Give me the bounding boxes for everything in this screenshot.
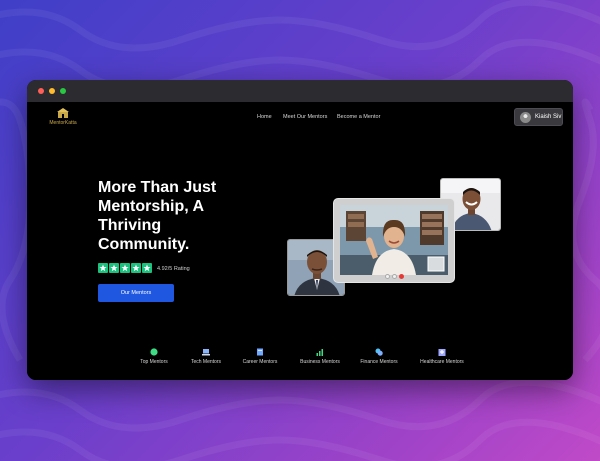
user-name: Kiaish Siv <box>535 114 562 120</box>
video-call-tablet <box>333 198 455 283</box>
camera-icon[interactable] <box>392 274 397 279</box>
end-call-icon[interactable] <box>399 274 404 279</box>
briefcase-icon <box>257 348 263 356</box>
category-healthcare-mentors[interactable]: Healthcare Mentors <box>411 348 473 368</box>
user-menu-button[interactable]: Kiaish Siv <box>514 108 563 126</box>
video-call-screen <box>340 205 448 275</box>
category-business-mentors[interactable]: Business Mentors <box>290 348 350 368</box>
star-icon <box>98 263 108 273</box>
trophy-icon <box>150 348 158 356</box>
logo-text: MentorKatta <box>49 120 77 126</box>
category-career-mentors[interactable]: Career Mentors <box>233 348 287 368</box>
mute-icon[interactable] <box>385 274 390 279</box>
our-mentors-button[interactable]: Our Mentors <box>98 284 174 302</box>
category-label: Career Mentors <box>242 359 278 365</box>
star-icon <box>120 263 130 273</box>
coins-icon <box>375 348 383 356</box>
hospital-icon <box>438 349 446 356</box>
nav-become-a-mentor[interactable]: Become a Mentor <box>337 114 380 120</box>
site-logo[interactable]: MentorKatta <box>43 108 83 128</box>
laptop-icon <box>202 349 210 356</box>
star-icon <box>109 263 119 273</box>
minimize-window-button[interactable] <box>49 88 55 94</box>
category-label: Finance Mentors <box>360 359 398 365</box>
nav-home[interactable]: Home <box>257 114 272 120</box>
headline-line-2: Mentorship, A <box>98 198 205 215</box>
category-top-mentors[interactable]: Top Mentors <box>129 348 179 368</box>
page-content: MentorKatta Home Meet Our Mentors Become… <box>27 102 573 380</box>
category-label: Tech Mentors <box>190 359 221 365</box>
user-avatar <box>520 112 531 123</box>
star-icon <box>131 263 141 273</box>
rating-text: 4.92/5 Rating <box>157 266 190 272</box>
nav-meet-our-mentors[interactable]: Meet Our Mentors <box>283 114 327 120</box>
category-finance-mentors[interactable]: Finance Mentors <box>351 348 407 368</box>
close-window-button[interactable] <box>38 88 44 94</box>
headline-line-1: More Than Just <box>98 179 217 196</box>
category-label: Healthcare Mentors <box>420 359 464 365</box>
star-icon <box>142 263 152 273</box>
maximize-window-button[interactable] <box>60 88 66 94</box>
logo-icon <box>57 108 69 118</box>
browser-window: MentorKatta Home Meet Our Mentors Become… <box>27 80 573 380</box>
headline-line-3: Thriving <box>98 217 162 234</box>
hero-headline: More Than Just Mentorship, A Thriving Co… <box>98 178 278 254</box>
category-label: Top Mentors <box>140 359 168 365</box>
headline-line-4: Community. <box>98 236 190 253</box>
chart-icon <box>316 349 323 356</box>
category-tech-mentors[interactable]: Tech Mentors <box>179 348 233 368</box>
window-titlebar <box>27 80 573 102</box>
category-label: Business Mentors <box>300 359 340 365</box>
